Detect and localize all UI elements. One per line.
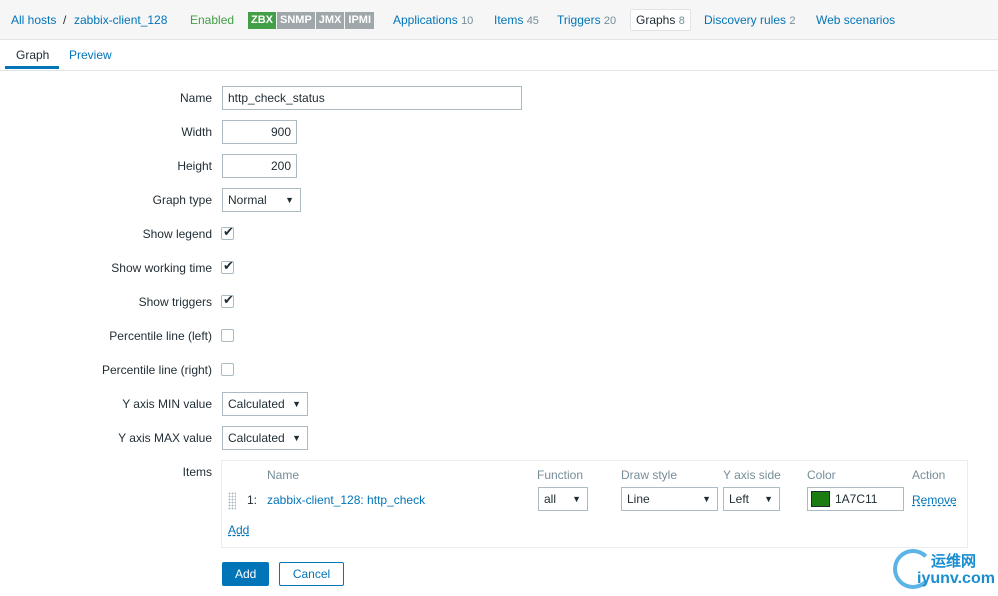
percentile-right-checkbox[interactable] — [221, 363, 234, 376]
watermark-logo: 运维网 iyunv.com — [893, 546, 998, 596]
chevron-down-icon: ▼ — [292, 399, 301, 409]
nav-triggers-label: Triggers — [557, 13, 601, 27]
chevron-down-icon: ▼ — [702, 494, 711, 504]
show-legend-checkbox[interactable]: ✔ — [221, 224, 234, 240]
item-draw-style-select[interactable]: Line ▼ — [621, 487, 718, 511]
breadcrumb-separator: / — [63, 13, 67, 27]
nav-triggers[interactable]: Triggers 20 — [557, 13, 616, 27]
items-header-draw-style: Draw style — [621, 468, 678, 482]
nav-discovery-rules-count: 2 — [789, 15, 796, 27]
show-triggers-label: Show triggers — [138, 295, 212, 309]
host-status-enabled[interactable]: Enabled — [190, 13, 234, 27]
name-label: Name — [179, 91, 212, 105]
nav-graphs[interactable]: Graphs 8 — [630, 9, 691, 31]
show-triggers-checkbox[interactable]: ✔ — [221, 292, 234, 308]
height-input[interactable]: 200 — [222, 154, 297, 178]
availability-badges: ZBX SNMP JMX IPMI — [248, 12, 375, 29]
item-function-select[interactable]: all ▼ — [538, 487, 588, 511]
show-working-time-label: Show working time — [111, 261, 212, 275]
ymin-select[interactable]: Calculated ▼ — [222, 392, 308, 416]
breadcrumb-host[interactable]: zabbix-client_128 — [74, 13, 167, 27]
availability-zbx: ZBX — [248, 12, 276, 29]
color-swatch[interactable] — [811, 491, 830, 507]
nav-web-scenarios-label: Web scenarios — [816, 13, 896, 27]
item-color-value: 1A7C11 — [835, 492, 878, 506]
items-label: Items — [182, 465, 212, 479]
width-input[interactable]: 900 — [222, 120, 297, 144]
checkmark-icon: ✔ — [223, 224, 234, 239]
item-color-field[interactable]: 1A7C11 — [807, 487, 904, 511]
ymax-select[interactable]: Calculated ▼ — [222, 426, 308, 450]
graph-type-value: Normal — [228, 193, 267, 207]
nav-items[interactable]: Items 45 — [494, 13, 539, 27]
items-table: Name Function Draw style Y axis side Col… — [221, 460, 968, 548]
item-row-number: 1: — [247, 493, 258, 507]
tab-preview[interactable]: Preview — [69, 48, 112, 62]
nav-items-label: Items — [494, 13, 524, 27]
breadcrumb-all-hosts[interactable]: All hosts — [11, 13, 56, 27]
watermark-en-text: iyunv.com — [917, 570, 995, 587]
form-tabs: Graph Preview — [0, 41, 998, 71]
items-header-color: Color — [807, 468, 836, 482]
items-header-name: Name — [267, 468, 300, 482]
checkmark-icon: ✔ — [223, 292, 234, 307]
ymin-label: Y axis MIN value — [122, 397, 212, 411]
availability-ipmi: IPMI — [345, 12, 375, 29]
graph-type-label: Graph type — [152, 193, 212, 207]
chevron-down-icon: ▼ — [572, 494, 581, 504]
chevron-down-icon: ▼ — [292, 433, 301, 443]
nav-web-scenarios[interactable]: Web scenarios — [816, 13, 895, 27]
graph-type-select[interactable]: Normal ▼ — [222, 188, 301, 212]
show-legend-label: Show legend — [142, 227, 212, 241]
percentile-left-label: Percentile line (left) — [109, 329, 212, 343]
items-header-y-axis-side: Y axis side — [723, 468, 781, 482]
items-header-action: Action — [912, 468, 946, 482]
nav-graphs-count: 8 — [678, 15, 685, 27]
chevron-down-icon: ▼ — [764, 494, 773, 504]
drag-handle-icon[interactable] — [228, 492, 236, 510]
availability-snmp: SNMP — [277, 12, 315, 29]
ymin-value: Calculated — [228, 397, 285, 411]
item-remove-link[interactable]: Remove — [912, 493, 957, 507]
cancel-button[interactable]: Cancel — [279, 562, 344, 586]
chevron-down-icon: ▼ — [285, 195, 294, 205]
percentile-right-label: Percentile line (right) — [101, 363, 212, 377]
nav-discovery-rules-label: Discovery rules — [704, 13, 787, 27]
availability-jmx: JMX — [315, 12, 345, 29]
nav-discovery-rules[interactable]: Discovery rules 2 — [704, 13, 796, 27]
nav-applications[interactable]: Applications 10 — [393, 13, 473, 27]
ymax-label: Y axis MAX value — [118, 431, 212, 445]
name-input[interactable]: http_check_status — [222, 86, 522, 110]
item-function-value: all — [544, 492, 557, 506]
height-label: Height — [177, 159, 212, 173]
nav-triggers-count: 20 — [603, 15, 617, 27]
items-header-function: Function — [537, 468, 584, 482]
item-draw-style-value: Line — [627, 492, 650, 506]
percentile-left-checkbox[interactable] — [221, 329, 234, 342]
nav-applications-label: Applications — [393, 13, 458, 27]
item-y-axis-side-value: Left — [729, 492, 750, 506]
checkmark-icon: ✔ — [223, 258, 234, 273]
item-name-link[interactable]: zabbix-client_128: http_check — [267, 493, 425, 507]
watermark-cn-text: 运维网 — [931, 553, 977, 570]
tab-graph[interactable]: Graph — [16, 48, 49, 62]
nav-graphs-label: Graphs — [636, 13, 676, 27]
nav-items-count: 45 — [526, 15, 539, 27]
add-item-link[interactable]: Add — [228, 523, 249, 537]
add-button[interactable]: Add — [222, 562, 269, 586]
host-header-bar: All hosts / zabbix-client_128 Enabled ZB… — [0, 0, 998, 40]
ymax-value: Calculated — [228, 431, 285, 445]
item-y-axis-side-select[interactable]: Left ▼ — [723, 487, 780, 511]
active-tab-indicator — [5, 66, 59, 69]
show-working-time-checkbox[interactable]: ✔ — [221, 258, 234, 274]
width-label: Width — [181, 125, 212, 139]
nav-applications-count: 10 — [461, 15, 474, 27]
